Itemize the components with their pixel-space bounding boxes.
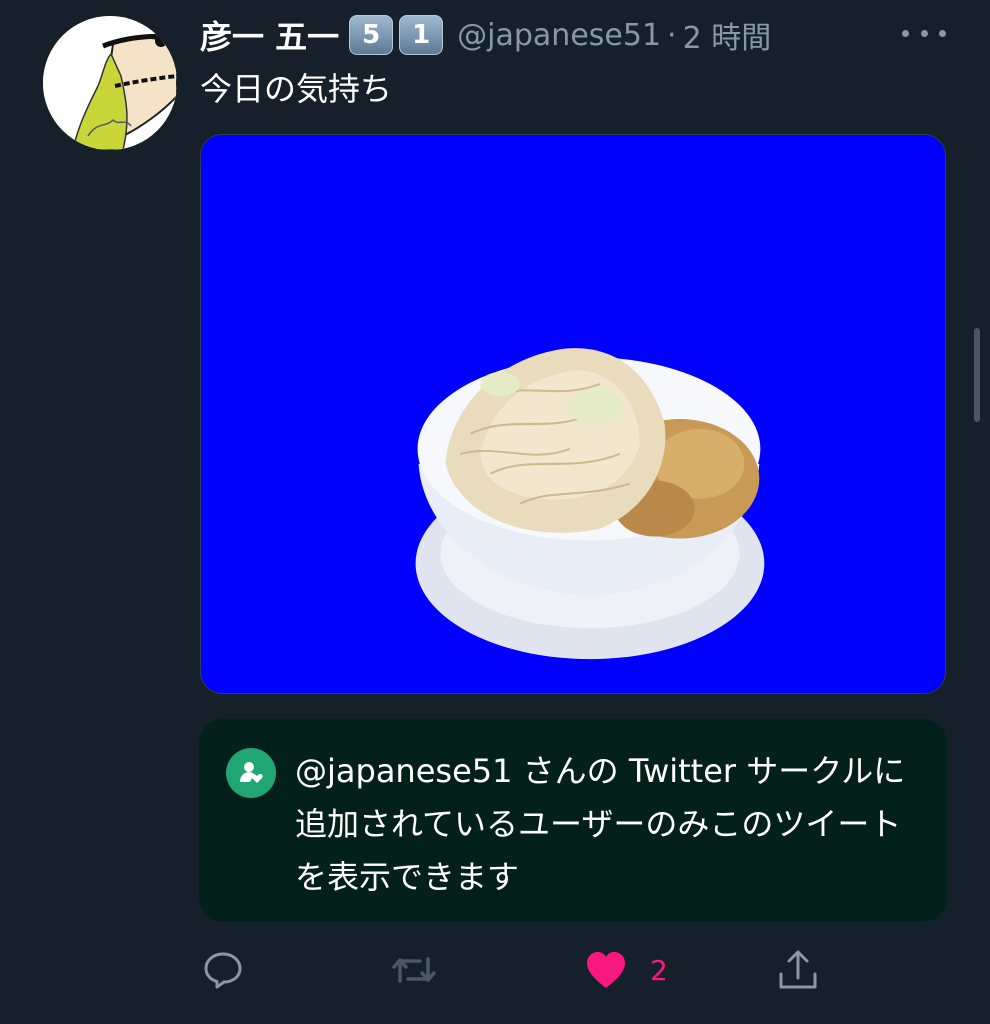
heart-icon: [587, 952, 625, 988]
share-icon: [779, 950, 817, 989]
scrollbar[interactable]: [974, 328, 980, 422]
tweet-time[interactable]: 2 時間: [683, 13, 772, 57]
badge-five: 5: [349, 15, 394, 55]
retweet-icon: [392, 957, 436, 983]
display-name[interactable]: 彦一 五一: [200, 12, 339, 58]
avatar[interactable]: [43, 16, 177, 150]
like-count: 2: [650, 953, 668, 987]
twitter-circle-notice: @japanese51 さんの Twitter サークルに追加されているユーザー…: [199, 719, 947, 922]
reply-button[interactable]: [202, 944, 244, 996]
share-button[interactable]: [776, 944, 820, 996]
user-handle[interactable]: @japanese51: [457, 18, 661, 53]
circle-notice-text: @japanese51 さんの Twitter サークルに追加されているユーザー…: [295, 752, 906, 896]
retweet-button[interactable]: [390, 944, 438, 996]
tweet-media[interactable]: [200, 134, 946, 694]
circle-members-icon: [226, 748, 276, 798]
more-options-icon[interactable]: [902, 18, 946, 48]
badge-one: 1: [399, 15, 444, 55]
ramen-bowl-image: [201, 135, 945, 693]
avatar-drawing: [43, 16, 177, 150]
separator-dot: ·: [667, 17, 677, 53]
tweet-actions: 2: [200, 944, 946, 996]
tweet-text: 今日の気持ち: [200, 70, 393, 108]
like-button[interactable]: 2: [584, 944, 668, 996]
reply-icon: [204, 952, 242, 989]
tweet-header: 彦一 五一 5 1 @japanese51 · 2 時間: [200, 12, 950, 58]
